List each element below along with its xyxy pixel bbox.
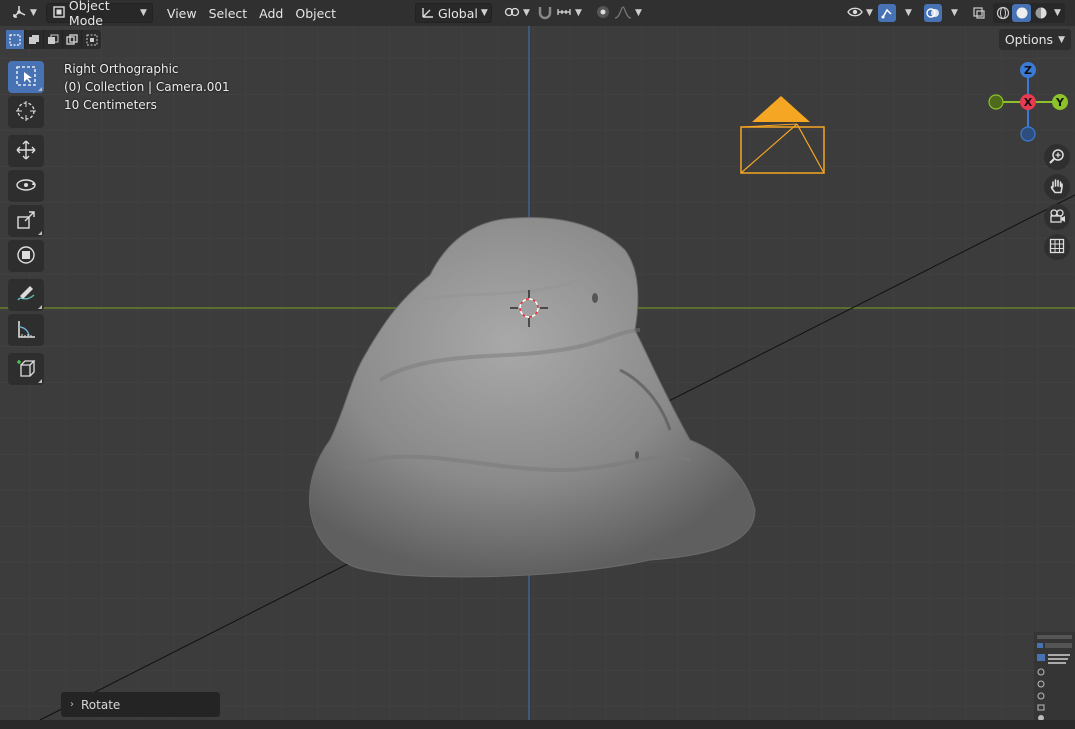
add-cube-tool[interactable]	[8, 353, 44, 385]
mode-dropdown[interactable]: Object Mode ▼	[45, 0, 153, 28]
add-cube-icon	[15, 357, 37, 382]
link-pivot-icon	[504, 5, 520, 22]
navigation-gizmo[interactable]: Z Y X	[985, 58, 1075, 151]
tool-shelf	[8, 61, 46, 388]
scale-icon	[15, 209, 37, 234]
menu-view[interactable]: View	[161, 3, 203, 23]
shading-modes: ▼	[993, 3, 1065, 23]
chevron-down-icon: ▼	[575, 8, 582, 18]
chevron-down-icon: ▼	[635, 8, 642, 18]
grid-scale-label: 10 Centimeters	[64, 98, 157, 112]
move-tool[interactable]	[8, 135, 44, 167]
proportional-edit-button[interactable]: ▼	[590, 3, 647, 23]
options-label: Options	[1004, 32, 1054, 47]
measure-tool[interactable]	[8, 314, 44, 346]
menu-select[interactable]: Select	[203, 3, 254, 23]
move-icon	[15, 139, 37, 164]
cursor-icon	[15, 100, 37, 125]
selection-mode-group	[6, 30, 101, 49]
material-shading-icon[interactable]	[1031, 4, 1050, 22]
orientation-icon	[421, 5, 435, 22]
snap-increment-icon	[556, 5, 572, 22]
pan-button[interactable]	[1044, 174, 1070, 200]
chevron-down-icon: ▼	[1058, 34, 1065, 45]
cursor-tool[interactable]	[8, 96, 44, 128]
options-dropdown[interactable]: Options ▼	[998, 29, 1071, 50]
pivot-point-button[interactable]: ▼	[499, 3, 535, 23]
navigation-buttons	[1044, 144, 1070, 264]
gizmo-y-label: Y	[1055, 96, 1065, 109]
chevron-down-icon: ▼	[480, 8, 488, 18]
chevron-down-icon: ▼	[30, 8, 37, 18]
rotate-tool[interactable]	[8, 170, 44, 202]
viewport-info-overlay: Right Orthographic (0) Collection | Came…	[64, 60, 230, 114]
zoom-button[interactable]	[1044, 144, 1070, 170]
annotate-pencil-icon	[15, 283, 37, 308]
magnet-icon	[537, 4, 553, 23]
scale-tool[interactable]	[8, 205, 44, 237]
last-operator-panel[interactable]: › Rotate	[61, 692, 220, 717]
orientation-label: Global	[438, 5, 478, 21]
annotate-tool[interactable]	[8, 279, 44, 311]
select-subtract-icon[interactable]	[44, 30, 63, 49]
tool-settings-row: Options ▼	[0, 28, 1075, 52]
eye-icon	[847, 5, 863, 22]
select-intersect-icon[interactable]	[82, 30, 101, 49]
chevron-down-icon: ▼	[140, 8, 147, 18]
measure-ruler-icon	[15, 318, 37, 343]
menu-add[interactable]: Add	[253, 3, 289, 23]
gizmo-toggle-button[interactable]: ▼	[876, 3, 914, 23]
camera-view-button[interactable]	[1044, 204, 1070, 230]
select-extend-icon[interactable]	[25, 30, 44, 49]
mode-label: Object Mode	[68, 0, 110, 28]
overlay-toggle-button[interactable]: ▼	[922, 3, 960, 23]
select-box-tool[interactable]	[8, 61, 44, 93]
chevron-down-icon: ▼	[523, 8, 530, 18]
axis-editor-icon	[11, 4, 27, 23]
zoom-icon	[1049, 148, 1065, 167]
camera-view-icon	[1048, 208, 1066, 227]
ortho-toggle-button[interactable]	[1044, 234, 1070, 260]
collapsed-area-preview	[1034, 632, 1075, 729]
solid-shading-icon[interactable]	[1012, 4, 1031, 22]
transform-tool[interactable]	[8, 240, 44, 272]
transform-icon	[15, 244, 37, 269]
grid-ortho-icon	[1049, 238, 1065, 257]
snap-button[interactable]: ▼	[532, 3, 587, 23]
visibility-button[interactable]: ▼	[842, 3, 878, 23]
editor-type-button[interactable]: ▼	[6, 3, 42, 23]
chevron-right-icon: ›	[70, 699, 74, 710]
orientation-dropdown[interactable]: Global ▼	[415, 3, 492, 23]
chevron-down-icon[interactable]: ▼	[1050, 8, 1065, 18]
select-set-icon[interactable]	[6, 30, 25, 49]
xray-icon	[970, 4, 988, 22]
object-mode-icon	[52, 5, 66, 22]
falloff-icon	[614, 5, 632, 22]
select-box-icon	[15, 65, 37, 90]
menu-object[interactable]: Object	[289, 3, 342, 23]
xray-button[interactable]	[968, 3, 990, 23]
wireframe-shading-icon[interactable]	[993, 4, 1012, 22]
select-difference-icon[interactable]	[63, 30, 82, 49]
collection-label: (0) Collection | Camera.001	[64, 80, 230, 94]
gizmo-icon	[878, 4, 896, 22]
status-bar-edge	[0, 720, 1075, 729]
overlay-icon	[924, 4, 942, 22]
viewport-header: ▼ Object Mode ▼ View Select Add Object G…	[0, 0, 1075, 28]
chevron-down-icon: ▼	[866, 8, 873, 18]
pan-hand-icon	[1049, 178, 1065, 197]
proportional-edit-icon	[595, 4, 611, 23]
operator-label: Rotate	[81, 697, 121, 712]
gizmo-z-label: Z	[1024, 64, 1032, 77]
view-name: Right Orthographic	[64, 62, 179, 76]
chevron-down-icon: ▼	[951, 8, 958, 18]
chevron-down-icon: ▼	[905, 8, 912, 18]
header-menus: View Select Add Object	[161, 3, 342, 23]
gizmo-x-label: X	[1024, 96, 1033, 109]
rotate-icon	[15, 174, 37, 199]
